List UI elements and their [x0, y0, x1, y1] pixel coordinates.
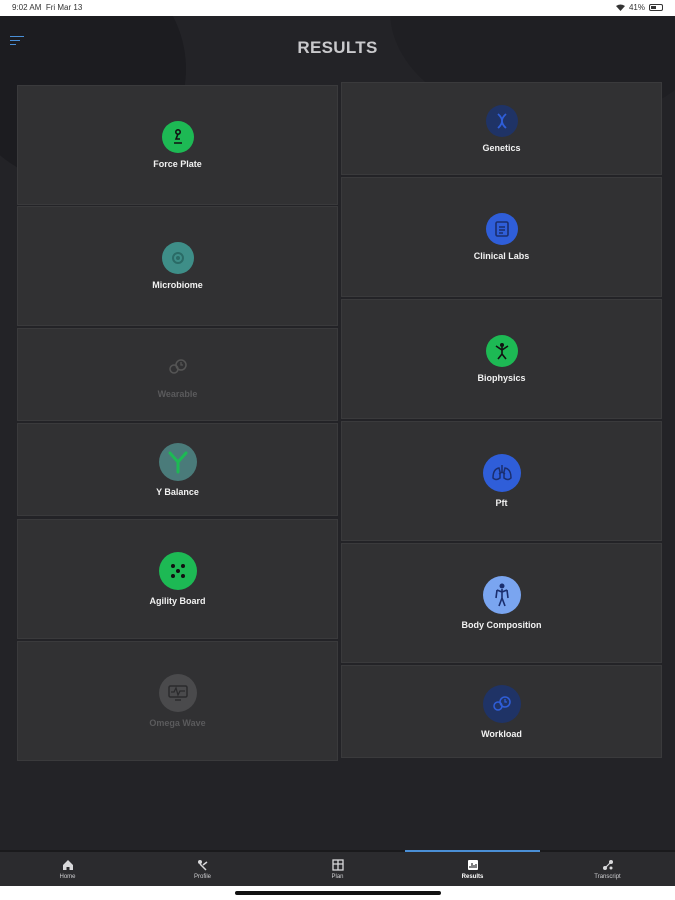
- result-card-body-composition[interactable]: Body Composition: [341, 543, 662, 663]
- lungs-icon: [482, 454, 521, 492]
- result-card-y-balance[interactable]: Y Balance: [17, 423, 338, 516]
- force-plate-icon: [161, 121, 194, 153]
- battery-icon: [649, 4, 663, 11]
- result-card-force-plate[interactable]: Force Plate: [17, 85, 338, 205]
- tab-home[interactable]: Home: [0, 852, 135, 886]
- profile-icon: [197, 859, 207, 871]
- result-card-agility-board[interactable]: Agility Board: [17, 519, 338, 639]
- status-bar: 9:02 AM Fri Mar 13 41%: [0, 0, 675, 16]
- result-card-biophysics[interactable]: Biophysics: [341, 299, 662, 419]
- tab-label: Transcript: [594, 873, 621, 880]
- tab-label: Home: [59, 873, 76, 880]
- tab-label: Plan: [331, 873, 344, 880]
- wearable-icon: [162, 351, 194, 383]
- omega-wave-icon: [158, 674, 197, 712]
- y-balance-icon: [158, 442, 197, 481]
- clock-time: 9:02 AM: [12, 3, 42, 12]
- plan-icon: [331, 858, 344, 871]
- result-card-microbiome[interactable]: Microbiome: [17, 206, 338, 326]
- tab-profile[interactable]: Profile: [135, 852, 270, 886]
- home-indicator: [235, 891, 441, 895]
- card-label: Wearable: [157, 388, 198, 399]
- genetics-icon: [485, 104, 518, 137]
- result-card-workload[interactable]: Workload: [341, 665, 662, 758]
- workload-icon: [482, 684, 521, 723]
- app-screen: RESULTS Force Plate Microbiome Wearable …: [0, 16, 675, 850]
- clinical-labs-icon: [485, 213, 518, 245]
- result-card-pft[interactable]: Pft: [341, 421, 662, 541]
- tab-results[interactable]: Results: [405, 850, 540, 886]
- result-card-genetics[interactable]: Genetics: [341, 82, 662, 175]
- status-right: 41%: [615, 3, 663, 12]
- transcript-icon: [602, 859, 613, 870]
- battery-percent: 41%: [628, 3, 645, 12]
- card-label: Clinical Labs: [473, 251, 530, 261]
- results-icon: [467, 859, 478, 870]
- status-time: 9:02 AM Fri Mar 13: [12, 3, 82, 12]
- card-label: Force Plate: [153, 159, 202, 169]
- card-label: Omega Wave: [149, 718, 206, 728]
- tab-plan[interactable]: Plan: [270, 852, 405, 886]
- microbiome-icon: [161, 242, 194, 274]
- clock-date: Fri Mar 13: [45, 3, 83, 12]
- card-label: Pft: [495, 498, 508, 508]
- tab-label: Results: [461, 873, 484, 880]
- result-card-wearable: Wearable: [17, 328, 338, 421]
- bottom-nav: Home Profile Plan Results Transcript: [0, 850, 675, 886]
- tab-label: Profile: [193, 873, 211, 880]
- agility-board-icon: [158, 552, 197, 590]
- result-card-clinical-labs[interactable]: Clinical Labs: [341, 177, 662, 297]
- home-icon: [62, 859, 73, 870]
- page-title: RESULTS: [297, 38, 378, 57]
- card-label: Microbiome: [152, 280, 203, 290]
- card-label: Workload: [481, 728, 522, 739]
- biophysics-icon: [485, 335, 518, 367]
- card-label: Biophysics: [477, 373, 526, 383]
- body-composition-icon: [482, 576, 521, 614]
- card-label: Body Composition: [461, 620, 542, 630]
- result-card-omega-wave: Omega Wave: [17, 641, 338, 761]
- wifi-icon: [615, 4, 625, 11]
- card-label: Agility Board: [149, 596, 206, 606]
- card-label: Genetics: [482, 142, 521, 153]
- card-label: Y Balance: [156, 486, 199, 497]
- tab-transcript[interactable]: Transcript: [540, 852, 675, 886]
